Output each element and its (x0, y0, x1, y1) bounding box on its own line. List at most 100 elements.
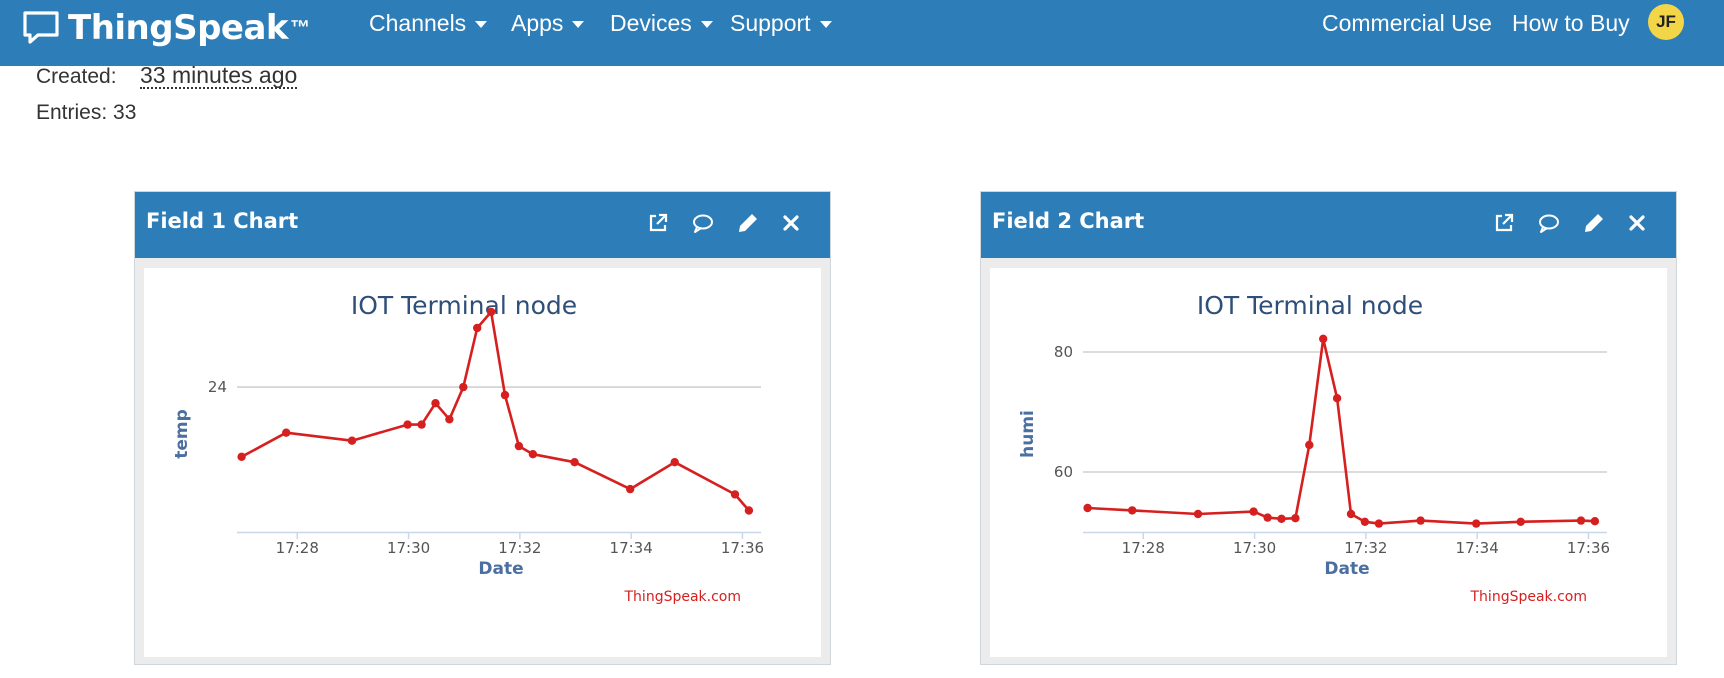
created-value: 33 minutes ago (140, 62, 298, 89)
external-link-icon[interactable] (1490, 209, 1518, 237)
nav-support-menu[interactable]: Support (730, 8, 832, 38)
data-point (1516, 517, 1525, 526)
x-tick-label: 17:32 (1344, 539, 1387, 557)
series-line (1087, 337, 1595, 525)
data-point (403, 420, 412, 429)
brand-name: ThingSpeak (68, 8, 289, 48)
data-point (347, 436, 357, 445)
panel-header: Field 2 Chart (981, 192, 1676, 258)
chart-title: IOT Terminal node (351, 291, 577, 320)
data-point (570, 458, 579, 467)
series-line (240, 310, 750, 512)
x-tick-label: 17:28 (276, 539, 319, 557)
speech-bubble-logo-icon (23, 11, 59, 44)
how-to-buy-link[interactable]: How to Buy (1512, 8, 1630, 38)
data-point (473, 323, 482, 333)
x-tick-label: 17:36 (1567, 539, 1610, 557)
x-tick-label: 17:34 (1456, 539, 1499, 557)
data-point (1472, 519, 1481, 528)
data-point (514, 441, 524, 451)
nav-support-label: Support (730, 9, 811, 36)
data-point (1277, 514, 1286, 523)
nav-channels-label: Channels (369, 9, 467, 36)
data-point (626, 484, 635, 494)
y-tick-label: 80 (1054, 343, 1073, 361)
data-point (1291, 514, 1300, 523)
field-2-chart-panel: Field 2 Chart IOT Terminal node humi Dat… (980, 191, 1677, 665)
nav-apps-label: Apps (511, 9, 564, 36)
data-point (431, 399, 440, 408)
data-point (528, 450, 538, 459)
panel-header: Field 1 Chart (135, 192, 830, 258)
pencil-icon[interactable] (1580, 209, 1608, 237)
y-axis-title: humi (1018, 410, 1038, 458)
x-tick-label: 17:34 (610, 539, 653, 557)
data-point (486, 307, 496, 317)
close-icon[interactable] (1623, 209, 1651, 237)
data-point (417, 420, 426, 429)
chart-watermark: ThingSpeak.com (624, 589, 742, 605)
data-point (1083, 503, 1092, 513)
chart-title: IOT Terminal node (1197, 291, 1423, 320)
trademark-symbol: ™ (290, 16, 311, 39)
data-point (459, 382, 468, 392)
entries-count: Entries: 33 (36, 101, 137, 124)
caret-down-icon (475, 20, 488, 28)
field-2-line-chart: IOT Terminal node humi Date ThingSpeak.c… (1018, 291, 1610, 605)
field-1-chart-panel: Field 1 Chart IOT Terminal node temp Dat… (134, 191, 831, 665)
data-point (445, 415, 454, 424)
data-point (1249, 507, 1258, 516)
data-point (500, 390, 510, 400)
caret-down-icon (819, 20, 832, 28)
data-point (1193, 509, 1203, 519)
data-point (237, 452, 246, 461)
x-tick-label: 17:32 (498, 539, 541, 557)
thingspeak-logo[interactable]: ThingSpeak ™ (22, 8, 310, 48)
x-tick-label: 17:36 (721, 539, 764, 557)
nav-devices-menu[interactable]: Devices (610, 8, 713, 38)
x-axis-title: Date (478, 559, 523, 579)
top-navbar: ThingSpeak ™ Channels Apps Devices Suppo… (0, 0, 1724, 66)
caret-down-icon (572, 20, 585, 28)
close-icon[interactable] (777, 209, 805, 237)
user-avatar[interactable]: JF (1648, 4, 1684, 40)
data-point (670, 458, 679, 467)
data-point (1576, 516, 1586, 525)
caret-down-icon (700, 20, 713, 28)
panel-title: Field 1 Chart (146, 209, 299, 233)
comment-icon[interactable] (689, 209, 717, 237)
y-tick-label: 24 (208, 378, 227, 396)
y-axis-title: temp (172, 409, 192, 459)
field-1-line-chart: IOT Terminal node temp Date ThingSpeak.c… (172, 291, 764, 605)
created-label: Created: (36, 65, 117, 88)
external-link-icon[interactable] (644, 209, 672, 237)
data-point (1319, 334, 1328, 343)
data-point (744, 506, 754, 515)
x-tick-label: 17:30 (1233, 539, 1276, 557)
data-point (1332, 394, 1342, 403)
data-point (1263, 513, 1272, 522)
nav-apps-menu[interactable]: Apps (511, 8, 585, 38)
data-point (1416, 516, 1425, 525)
data-point (282, 428, 291, 437)
y-tick-label: 60 (1054, 463, 1073, 481)
x-tick-label: 17:30 (387, 539, 430, 557)
pencil-icon[interactable] (734, 209, 762, 237)
nav-channels-menu[interactable]: Channels (369, 8, 488, 38)
data-point (1128, 506, 1137, 515)
comment-icon[interactable] (1535, 209, 1563, 237)
chart-area: IOT Terminal node humi Date ThingSpeak.c… (990, 268, 1667, 657)
data-point (1374, 519, 1384, 528)
data-point (1346, 509, 1356, 519)
panel-title: Field 2 Chart (992, 209, 1145, 233)
data-point (1360, 517, 1370, 526)
data-point (730, 490, 740, 499)
x-axis-title: Date (1324, 559, 1369, 579)
nav-devices-label: Devices (610, 9, 692, 36)
chart-area: IOT Terminal node temp Date ThingSpeak.c… (144, 268, 821, 657)
commercial-use-link[interactable]: Commercial Use (1322, 8, 1492, 38)
data-point (1305, 440, 1314, 450)
chart-watermark: ThingSpeak.com (1470, 589, 1588, 605)
data-point (1590, 517, 1600, 526)
x-tick-label: 17:28 (1122, 539, 1165, 557)
